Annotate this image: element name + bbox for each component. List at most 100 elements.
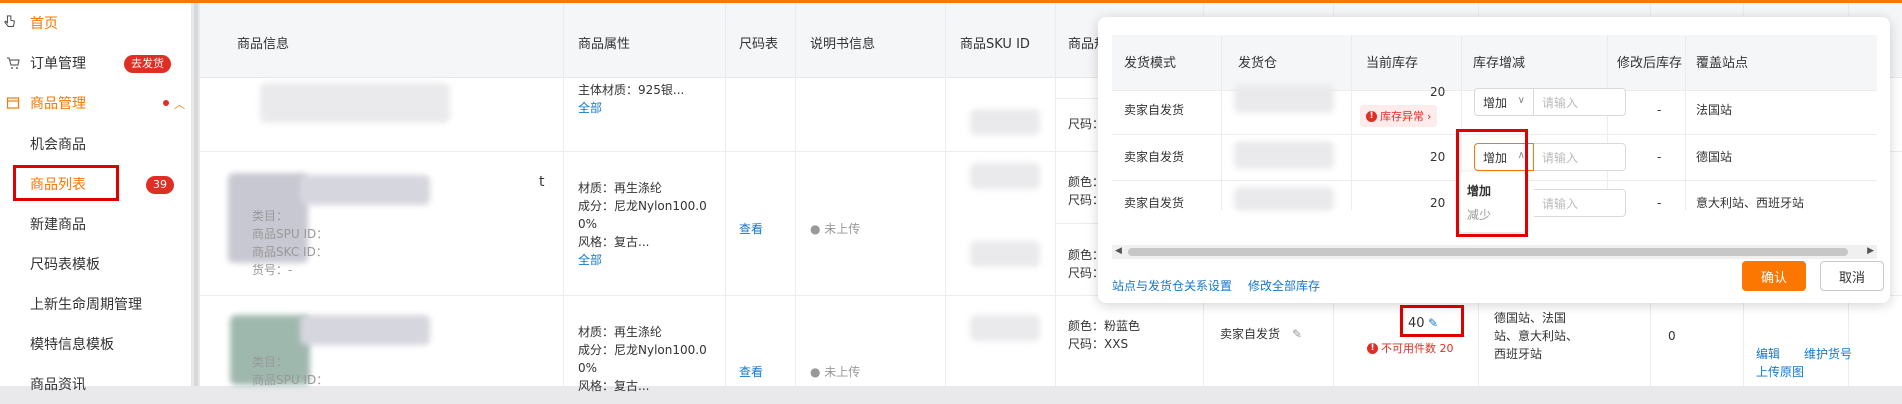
blurred-sku-id <box>970 315 1040 341</box>
sidebar-item-opportunity[interactable]: 机会商品 <box>0 124 192 164</box>
attribute-line: 0% <box>578 361 598 375</box>
sidebar-item-new-product[interactable]: 新建商品 <box>0 204 192 244</box>
sidebar-item-label: 尺码表模板 <box>30 257 100 273</box>
sites: 法国站 <box>1696 103 1733 117</box>
box-icon <box>6 97 20 109</box>
edit-stock-icon[interactable]: ✎ <box>1428 314 1438 332</box>
skc-id-label: 商品SKC ID： <box>252 245 328 259</box>
category-label: 类目： <box>252 355 289 369</box>
error-icon: ! <box>1366 110 1377 122</box>
attribute-line: 主体材质：925银... <box>578 83 685 97</box>
after-stock: - <box>1657 196 1662 210</box>
input-placeholder: 请输入 <box>1542 95 1579 110</box>
header-stock-change: 库存增减 <box>1473 56 1526 71</box>
stock-error-tag[interactable]: ! 库存异常 › <box>1360 105 1438 127</box>
sites-line: 德国站、法国 <box>1494 311 1567 325</box>
sidebar-scrollbar[interactable] <box>194 3 198 386</box>
cart-icon <box>7 57 20 69</box>
option-increase[interactable]: 增加 <box>1467 182 1491 199</box>
stock-change-select[interactable]: 增加 ∧ <box>1474 143 1534 171</box>
stock-error-text: 库存异常 <box>1380 110 1424 123</box>
site-warehouse-settings-link[interactable]: 站点与发货仓关系设置 <box>1112 277 1232 295</box>
stock-change-input[interactable]: 请输入 <box>1534 189 1626 217</box>
column-divider <box>1221 35 1222 210</box>
manual-status-text: 未上传 <box>824 222 861 236</box>
blurred-sku-id <box>970 241 1040 267</box>
scroll-right-icon[interactable]: ▶ <box>1867 246 1874 256</box>
sidebar-item-size-template[interactable]: 尺码表模板 <box>0 244 192 284</box>
stock-change-input[interactable]: 请输入 <box>1534 143 1626 171</box>
ship-mode: 卖家自发货 <box>1124 103 1185 117</box>
header-after-stock: 修改后库存 <box>1617 56 1683 71</box>
sidebar-item-lifecycle[interactable]: 上新生命周期管理 <box>0 284 192 324</box>
current-stock: 20 <box>1430 196 1446 210</box>
sidebar-item-orders[interactable]: 订单管理 去发货 <box>0 43 192 83</box>
chevron-right-icon: › <box>1427 109 1432 123</box>
sidebar-item-label: 商品列表 <box>30 177 86 193</box>
stock-value: 40 <box>1408 316 1425 331</box>
stock-change-input[interactable]: 请输入 <box>1534 88 1626 116</box>
maintain-item-no-link[interactable]: 维护货号 <box>1804 345 1852 363</box>
sidebar-item-label: 首页 <box>30 16 58 32</box>
ship-mode: 卖家自发货 <box>1124 150 1185 164</box>
all-attributes-link[interactable]: 全部 <box>578 251 602 269</box>
sidebar-item-model-template[interactable]: 模特信息模板 <box>0 324 192 364</box>
edit-link[interactable]: 编辑 <box>1756 345 1780 363</box>
header-sites: 覆盖站点 <box>1696 56 1749 71</box>
sidebar-item-home[interactable]: 首页 <box>0 3 192 43</box>
input-placeholder: 请输入 <box>1542 150 1579 165</box>
chevron-up-icon: ∧ <box>1517 150 1525 161</box>
spu-id-label: 商品SPU ID： <box>252 373 329 387</box>
cancel-button[interactable]: 取消 <box>1820 261 1884 291</box>
scrollbar-thumb[interactable] <box>1128 248 1848 256</box>
sidebar: 首页 订单管理 去发货 商品管理 ︿ 机会商品 商品列表 39 新建商品 尺码表… <box>0 3 192 393</box>
column-divider <box>795 3 796 386</box>
blurred-product-title <box>300 175 430 205</box>
confirm-button[interactable]: 确认 <box>1742 261 1806 291</box>
attribute-line: 0% <box>578 217 598 231</box>
header-warehouse: 发货仓 <box>1238 56 1278 71</box>
attribute-line: 材质：再生涤纶 <box>578 181 663 195</box>
ship-mode: 卖家自发货 <box>1124 196 1185 210</box>
cursor-hand-icon <box>4 15 15 27</box>
sites-line: 站、意大利站、 <box>1494 329 1579 343</box>
all-attributes-link[interactable]: 全部 <box>578 99 602 117</box>
sites-line: 西班牙站 <box>1494 347 1543 361</box>
option-decrease[interactable]: 减少 <box>1467 206 1491 223</box>
header-product-info: 商品信息 <box>237 37 290 52</box>
sidebar-item-products[interactable]: 商品管理 ︿ <box>0 83 192 123</box>
sidebar-item-news[interactable]: 商品资讯 <box>0 364 192 404</box>
ship-mode: 卖家自发货 <box>1220 327 1281 341</box>
sidebar-item-label: 商品资讯 <box>30 377 86 393</box>
scroll-left-icon[interactable]: ◀ <box>1115 246 1122 256</box>
view-size-chart-link[interactable]: 查看 <box>739 220 763 238</box>
blurred-product-info <box>260 83 450 123</box>
blurred-warehouse <box>1234 85 1334 113</box>
stock-change-select[interactable]: 增加 ∨ <box>1474 88 1534 116</box>
stock-change-dropdown: 增加 减少 <box>1459 172 1525 232</box>
attribute-line: 风格：复古... <box>578 235 650 249</box>
header-current-stock: 当前库存 <box>1366 56 1419 71</box>
row-divider <box>1112 134 1877 135</box>
count-value: 0 <box>1668 329 1676 343</box>
item-no-label: 货号：- <box>252 263 293 277</box>
size-value: 尺码：XXS <box>1068 337 1129 351</box>
unavailable-stock-text: 不可用件数 20 <box>1381 342 1454 355</box>
sidebar-item-label: 机会商品 <box>30 137 86 153</box>
attribute-line: 成分：尼龙Nylon100.0 <box>578 343 707 357</box>
chevron-down-icon: ∨ <box>1517 95 1525 106</box>
notification-dot <box>163 100 169 106</box>
header-attributes: 商品属性 <box>578 37 631 52</box>
sites: 意大利站、西班牙站 <box>1696 196 1805 210</box>
sidebar-item-product-list[interactable]: 商品列表 39 <box>0 164 192 204</box>
blurred-product-title <box>300 315 430 345</box>
view-size-chart-link[interactable]: 查看 <box>739 363 763 381</box>
spu-id-label: 商品SPU ID： <box>252 227 329 241</box>
edit-all-stock-link[interactable]: 修改全部库存 <box>1248 277 1320 295</box>
header-sku-id: 商品SKU ID <box>960 37 1030 52</box>
edit-icon[interactable]: ✎ <box>1292 325 1302 343</box>
blurred-sku-id <box>970 163 1040 189</box>
horizontal-scrollbar[interactable]: ◀ ▶ <box>1112 245 1877 259</box>
upload-original-link[interactable]: 上传原图 <box>1756 363 1804 381</box>
blurred-warehouse <box>1234 187 1334 211</box>
